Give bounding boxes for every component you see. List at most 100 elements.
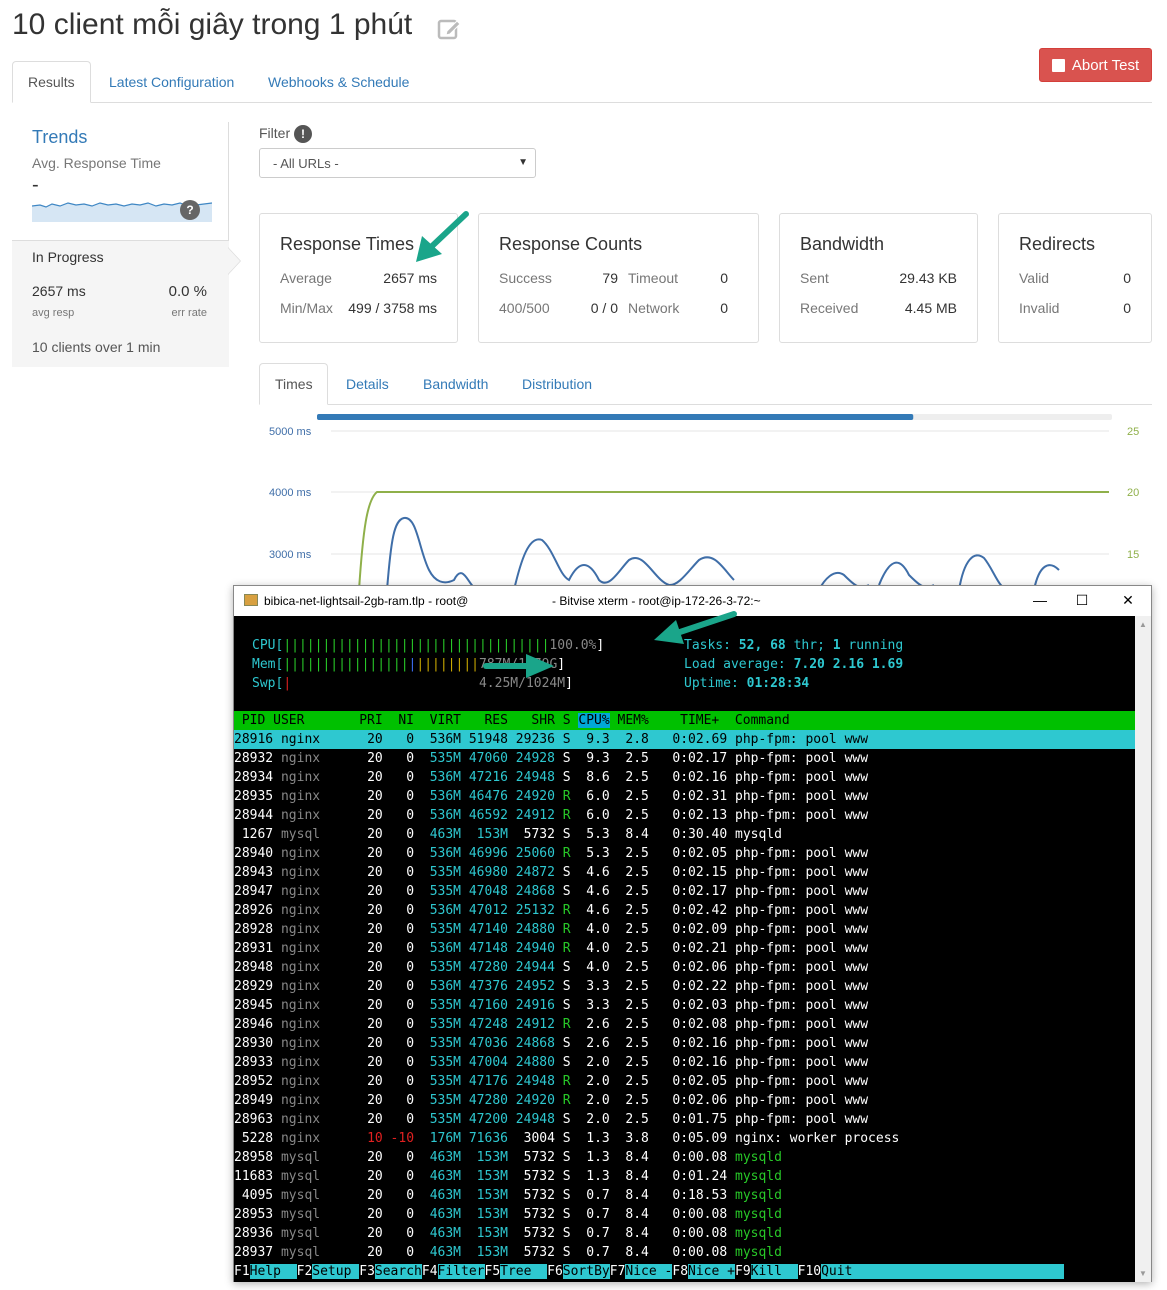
cell-cmd: php-fpm: pool www [727,1112,869,1127]
terminal-window[interactable]: bibica-net-lightsail-2gb-ram.tlp - root@… [233,585,1152,1282]
err-rate-value: 0.0 % [168,283,207,300]
process-row[interactable]: 28935 nginx 20 0 536M 46476 24920 R 6.0 … [234,787,1135,806]
tab-webhooks-schedule[interactable]: Webhooks & Schedule [253,61,424,103]
process-row[interactable]: 28926 nginx 20 0 536M 47012 25132 R 4.6 … [234,901,1135,920]
fkey-f6[interactable]: F6 [547,1264,563,1279]
scroll-down-icon[interactable]: ▼ [1139,1269,1147,1278]
tab-latest-configuration[interactable]: Latest Configuration [94,61,249,103]
header-cpu-column[interactable]: CPU% [578,713,610,728]
process-row[interactable]: 28948 nginx 20 0 535M 47280 24944 S 4.0 … [234,958,1135,977]
cell-virt: 536M [414,903,462,918]
help-icon[interactable]: ? [180,200,200,220]
cell-pri: 20 [351,1226,383,1241]
fkey-label[interactable]: Kill [750,1264,798,1279]
cell-shr: 24944 [507,960,555,975]
process-row[interactable]: 1267 mysql 20 0 463M 153M 5732 S 5.3 8.4… [234,825,1135,844]
cell-cpu: 1.3 [570,1150,610,1165]
cell-shr: 5732 [507,1169,555,1184]
fkey-f7[interactable]: F7 [609,1264,626,1279]
status-text: In Progress [32,249,104,265]
process-row[interactable]: 28932 nginx 20 0 535M 47060 24928 S 9.3 … [234,749,1135,768]
load-values: 7.20 2.16 1.69 [793,657,904,672]
tab-bandwidth[interactable]: Bandwidth [408,363,503,405]
avg-resp-label: avg resp [32,307,75,319]
fkey-label[interactable]: Help [249,1264,297,1279]
cell-ni: 0 [382,846,415,861]
process-row[interactable]: 28937 mysql 20 0 463M 153M 5732 S 0.7 8.… [234,1243,1135,1262]
cell-virt: 535M [414,884,462,899]
process-row[interactable]: 28946 nginx 20 0 535M 47248 24912 R 2.6 … [234,1015,1135,1034]
edit-icon[interactable] [436,16,462,42]
process-row[interactable]: 28930 nginx 20 0 535M 47036 24868 S 2.6 … [234,1034,1135,1053]
cell-ni: 0 [382,808,415,823]
process-row[interactable]: 28944 nginx 20 0 536M 46592 24912 R 6.0 … [234,806,1135,825]
process-row[interactable]: 28934 nginx 20 0 536M 47216 24948 S 8.6 … [234,768,1135,787]
fkey-label[interactable]: Setup [312,1264,360,1279]
fkey-f9[interactable]: F9 [735,1264,751,1279]
process-table-header[interactable]: PID USER PRI NI VIRT RES SHR S CPU% MEM%… [234,711,1135,730]
process-row[interactable]: 28940 nginx 20 0 536M 46996 25060 R 5.3 … [234,844,1135,863]
fkey-label[interactable]: Nice - [625,1264,673,1279]
process-row[interactable]: 28963 nginx 20 0 535M 47200 24948 S 2.0 … [234,1110,1135,1129]
fkey-f3[interactable]: F3 [359,1264,375,1279]
info-icon[interactable]: ! [294,125,312,143]
fkey-f4[interactable]: F4 [421,1264,438,1279]
cell-pid: 28934 [234,770,274,785]
y2-tick-label: 20 [1127,487,1139,499]
cell-cmd: php-fpm: pool www [727,1017,869,1032]
htop-screen[interactable]: CPU[||||||||||||||||||||||||||||||||||10… [234,616,1135,1282]
process-row[interactable]: 28936 mysql 20 0 463M 153M 5732 S 0.7 8.… [234,1224,1135,1243]
fkey-f1[interactable]: F1 [234,1264,250,1279]
process-row[interactable]: 28952 nginx 20 0 535M 47176 24948 R 2.0 … [234,1072,1135,1091]
process-row[interactable]: 28929 nginx 20 0 536M 47376 24952 S 3.3 … [234,977,1135,996]
cell-user: nginx [273,751,352,766]
cell-pri: 20 [351,1188,383,1203]
tab-results[interactable]: Results [12,61,91,103]
fkey-label[interactable]: Search [374,1264,422,1279]
cell-cpu: 8.6 [570,770,610,785]
trends-title[interactable]: Trends [32,127,87,148]
process-row[interactable]: 28953 mysql 20 0 463M 153M 5732 S 0.7 8.… [234,1205,1135,1224]
close-icon[interactable]: ✕ [1118,590,1138,610]
received-value: 4.45 MB [904,300,957,316]
scroll-up-icon[interactable]: ▲ [1139,620,1147,629]
cell-state: S [554,865,571,880]
fkey-f5[interactable]: F5 [484,1264,501,1279]
process-row[interactable]: 4095 mysql 20 0 463M 153M 5732 S 0.7 8.4… [234,1186,1135,1205]
tab-times[interactable]: Times [259,363,328,405]
process-row[interactable]: 28947 nginx 20 0 535M 47048 24868 S 4.6 … [234,882,1135,901]
fkey-label[interactable]: Tree [500,1264,548,1279]
fkey-f2[interactable]: F2 [296,1264,313,1279]
process-row[interactable]: 28933 nginx 20 0 535M 47004 24880 S 2.0 … [234,1053,1135,1072]
process-row[interactable]: 28958 mysql 20 0 463M 153M 5732 S 1.3 8.… [234,1148,1135,1167]
tab-details[interactable]: Details [331,363,404,405]
url-filter-select[interactable]: - All URLs - ▼ [259,148,536,178]
cell-pri: 20 [351,770,383,785]
maximize-icon[interactable]: ☐ [1072,590,1092,610]
minimize-icon[interactable]: — [1030,590,1050,610]
cell-mem: 2.5 [609,1074,649,1089]
fkey-label[interactable]: Filter [437,1264,485,1279]
process-row[interactable]: 11683 mysql 20 0 463M 153M 5732 S 1.3 8.… [234,1167,1135,1186]
process-row[interactable]: 5228 nginx 10 -10 176M 71636 3004 S 1.3 … [234,1129,1135,1148]
cell-res: 47004 [461,1055,508,1070]
terminal-scrollbar[interactable]: ▲ ▼ [1135,616,1151,1282]
fkey-f10[interactable]: F10 [797,1264,822,1279]
process-row[interactable]: 28928 nginx 20 0 535M 47140 24880 R 4.0 … [234,920,1135,939]
process-row[interactable]: 28949 nginx 20 0 535M 47280 24920 R 2.0 … [234,1091,1135,1110]
fkey-f8[interactable]: F8 [672,1264,689,1279]
fkey-label[interactable]: Quit [821,1264,1064,1279]
tab-distribution[interactable]: Distribution [507,363,607,405]
fkey-label[interactable]: Nice + [688,1264,735,1279]
fkey-label[interactable]: SortBy [562,1264,610,1279]
process-row[interactable]: 28916 nginx 20 0 536M 51948 29236 S 9.3 … [234,730,1135,749]
bandwidth-card: Bandwidth Sent 29.43 KB Received 4.45 MB [779,213,978,343]
process-row[interactable]: 28943 nginx 20 0 535M 46980 24872 S 4.6 … [234,863,1135,882]
cell-virt: 535M [414,998,462,1013]
process-row[interactable]: 28931 nginx 20 0 536M 47148 24940 R 4.0 … [234,939,1135,958]
process-row[interactable]: 28945 nginx 20 0 535M 47160 24916 S 3.3 … [234,996,1135,1015]
swap-meter-bar: | [283,676,292,691]
cell-user: mysql [273,827,352,842]
cell-mem: 8.4 [609,1169,649,1184]
cell-pri: 20 [351,979,383,994]
